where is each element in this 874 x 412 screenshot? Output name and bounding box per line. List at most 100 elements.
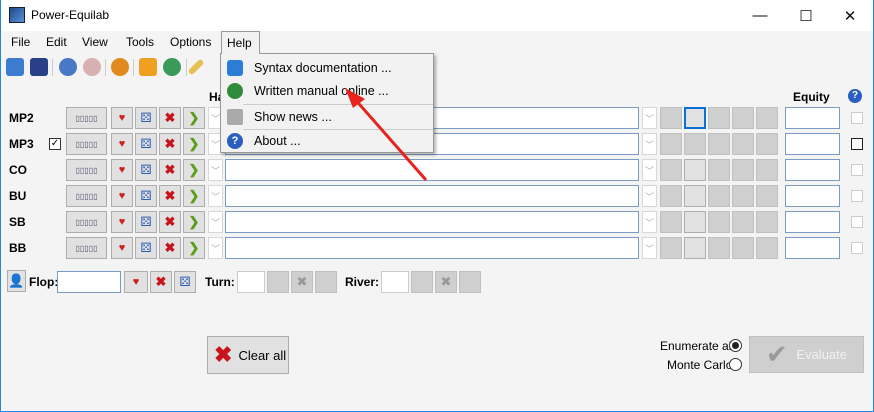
menu-item-syntax-documentation[interactable]: Syntax documentation ... <box>221 56 433 80</box>
card-picker-button[interactable]: ♥ <box>111 237 133 259</box>
player-icon[interactable]: 👤 <box>7 270 26 292</box>
calculator-icon[interactable] <box>684 185 706 207</box>
checkmark-icon: ✔ <box>766 339 788 369</box>
next-button[interactable]: ❯ <box>183 211 205 233</box>
player-label: SB <box>9 215 26 229</box>
flop-card-picker-button[interactable]: ♥ <box>124 271 148 293</box>
hand-type-dropdown[interactable]: ﹀ <box>642 107 657 129</box>
hand-history-dropdown[interactable]: ﹀ <box>208 237 223 259</box>
calculator-icon[interactable] <box>684 159 706 181</box>
clear-hand-button[interactable]: ✖ <box>159 237 181 259</box>
clear-hand-button[interactable]: ✖ <box>159 133 181 155</box>
card-picker-button[interactable]: ♥ <box>111 133 133 155</box>
flop-label: Flop: <box>29 275 59 289</box>
help-circle-icon: ? <box>227 133 243 149</box>
flop-clear-button[interactable]: ✖ <box>150 271 172 293</box>
hand-history-dropdown[interactable]: ﹀ <box>208 185 223 207</box>
card-picker-button[interactable]: ♥ <box>111 159 133 181</box>
refresh-icon[interactable] <box>163 58 181 76</box>
flame-icon[interactable] <box>139 58 157 76</box>
river-input[interactable] <box>381 271 409 293</box>
hand-input[interactable] <box>225 211 639 233</box>
range-selector-button[interactable]: ▯▯▯▯▯ <box>66 211 107 233</box>
menu-options[interactable]: Options <box>166 35 215 49</box>
player-label: BU <box>9 189 27 203</box>
toolbar-separator <box>186 59 187 76</box>
hand-history-dropdown[interactable]: ﹀ <box>208 211 223 233</box>
next-button[interactable]: ❯ <box>183 237 205 259</box>
clear-hand-button[interactable]: ✖ <box>159 159 181 181</box>
range-selector-button[interactable]: ▯▯▯▯▯ <box>66 133 107 155</box>
row-checkbox[interactable] <box>851 242 863 254</box>
range-selector-button[interactable]: ▯▯▯▯▯ <box>66 107 107 129</box>
card-picker-button[interactable]: ♥ <box>111 107 133 129</box>
range-selector-button[interactable]: ▯▯▯▯▯ <box>66 237 107 259</box>
close-button[interactable]: ✕ <box>827 0 873 31</box>
flop-input[interactable] <box>57 271 121 293</box>
menu-tools[interactable]: Tools <box>122 35 158 49</box>
menu-file[interactable]: File <box>7 35 34 49</box>
next-button[interactable]: ❯ <box>183 107 205 129</box>
menu-help[interactable]: Help <box>221 31 260 54</box>
random-hand-button[interactable]: ⚄ <box>135 211 157 233</box>
calculator-icon[interactable] <box>684 237 706 259</box>
hand-type-dropdown[interactable]: ﹀ <box>642 185 657 207</box>
redo-icon[interactable] <box>83 58 101 76</box>
range-selector-button[interactable]: ▯▯▯▯▯ <box>66 185 107 207</box>
open-icon[interactable] <box>6 58 24 76</box>
menu-edit[interactable]: Edit <box>42 35 71 49</box>
player-label: CO <box>9 163 27 177</box>
player-checkbox[interactable]: ✓ <box>49 138 61 150</box>
player-label: MP2 <box>9 111 34 125</box>
next-button[interactable]: ❯ <box>183 133 205 155</box>
row-checkbox[interactable] <box>851 138 863 150</box>
next-button[interactable]: ❯ <box>183 159 205 181</box>
next-button[interactable]: ❯ <box>183 185 205 207</box>
menu-item-about[interactable]: ? About ... <box>221 129 433 153</box>
pencil-icon[interactable] <box>187 58 205 76</box>
circle-icon <box>660 107 682 129</box>
random-hand-button[interactable]: ⚄ <box>135 107 157 129</box>
menu-item-show-news[interactable]: Show news ... <box>221 105 433 129</box>
undo-icon[interactable] <box>59 58 77 76</box>
row-checkbox[interactable] <box>851 164 863 176</box>
enumerate-radio[interactable] <box>729 339 742 352</box>
card-picker-button[interactable]: ♥ <box>111 185 133 207</box>
random-hand-button[interactable]: ⚄ <box>135 237 157 259</box>
equity-field <box>785 107 840 129</box>
menu-view[interactable]: View <box>78 35 112 49</box>
evaluate-button: ✔ Evaluate <box>749 336 864 373</box>
flop-random-button[interactable]: ⚄ <box>174 271 196 293</box>
settings-icon[interactable] <box>111 58 129 76</box>
range-selector-button[interactable]: ▯▯▯▯▯ <box>66 159 107 181</box>
monte-carlo-radio[interactable] <box>729 358 742 371</box>
row-checkbox[interactable] <box>851 112 863 124</box>
clear-hand-button[interactable]: ✖ <box>159 211 181 233</box>
random-hand-button[interactable]: ⚄ <box>135 159 157 181</box>
row-checkbox[interactable] <box>851 216 863 228</box>
hand-history-dropdown[interactable]: ﹀ <box>208 159 223 181</box>
row-checkbox[interactable] <box>851 190 863 202</box>
hand-type-dropdown[interactable]: ﹀ <box>642 133 657 155</box>
maximize-button[interactable]: ☐ <box>783 0 829 31</box>
help-icon[interactable]: ? <box>848 89 862 103</box>
minimize-button[interactable]: — <box>737 0 783 31</box>
random-hand-button[interactable]: ⚄ <box>135 185 157 207</box>
hand-type-dropdown[interactable]: ﹀ <box>642 211 657 233</box>
card-picker-button[interactable]: ♥ <box>111 211 133 233</box>
clear-hand-button[interactable]: ✖ <box>159 107 181 129</box>
random-hand-button[interactable]: ⚄ <box>135 133 157 155</box>
menu-item-written-manual-online[interactable]: Written manual online ... <box>221 79 433 103</box>
hand-input[interactable] <box>225 185 639 207</box>
hand-type-dropdown[interactable]: ﹀ <box>642 159 657 181</box>
calculator-icon[interactable] <box>684 107 706 129</box>
clear-all-button[interactable]: ✖ Clear all <box>207 336 289 374</box>
turn-input[interactable] <box>237 271 265 293</box>
clear-hand-button[interactable]: ✖ <box>159 185 181 207</box>
save-icon[interactable] <box>30 58 48 76</box>
hand-input[interactable] <box>225 159 639 181</box>
drop-icon <box>732 107 754 129</box>
hand-type-dropdown[interactable]: ﹀ <box>642 237 657 259</box>
calculator-icon[interactable] <box>684 211 706 233</box>
hand-input[interactable] <box>225 237 639 259</box>
